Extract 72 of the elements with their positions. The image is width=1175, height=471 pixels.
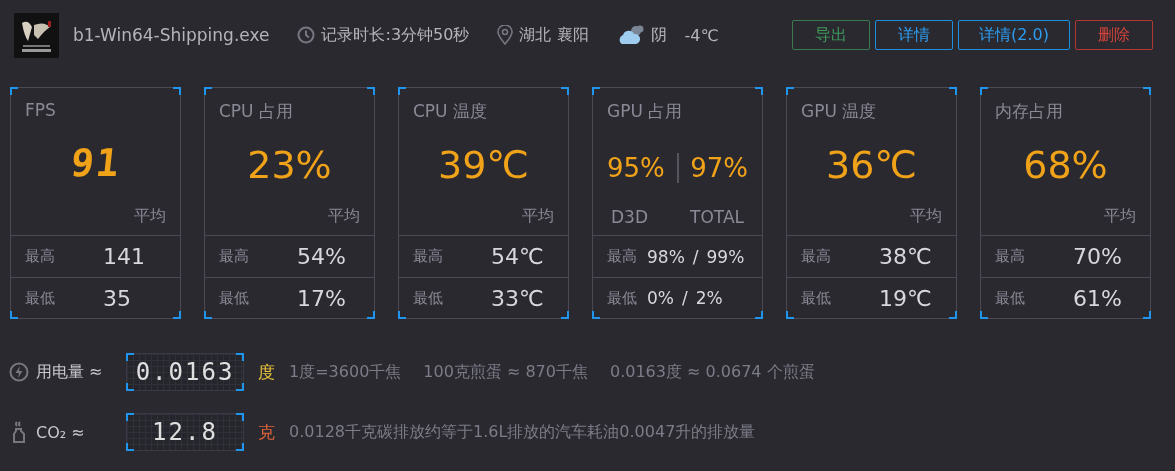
clock-icon: [297, 26, 316, 44]
row-value: 2%: [695, 288, 723, 309]
process-name: b1-Win64-Shipping.exe: [73, 25, 270, 45]
app-icon: [14, 12, 59, 58]
row-value: 35: [103, 285, 131, 311]
card-title: CPU 温度: [413, 100, 488, 123]
row-label: 最高: [801, 247, 832, 267]
average-label: 平均: [134, 206, 166, 228]
conversion-note: 0.0163度 ≈ 0.0674 个煎蛋: [609, 361, 815, 383]
export-button[interactable]: 导出: [792, 20, 871, 50]
row-label: 最高: [995, 247, 1026, 267]
row-label: 最低: [801, 288, 832, 308]
conversion-note: 100克煎蛋 ≈ 870千焦: [423, 361, 588, 383]
digital-readout: 12.8: [126, 413, 244, 451]
temperature: -4℃: [684, 25, 719, 45]
conversion-note: 1度=3600千焦: [289, 361, 402, 383]
unit-label: 度: [258, 360, 275, 384]
row-label: 最高: [219, 247, 250, 267]
detail-button[interactable]: 详情: [875, 20, 954, 50]
row-label: 最低: [413, 288, 444, 308]
lightning-icon: [9, 362, 29, 382]
row-value: 38℃: [879, 244, 932, 270]
record-duration: 记录时长:3分钟50秒: [321, 24, 470, 46]
metric-label: 用电量 ≈: [36, 361, 104, 383]
row-value: /: [682, 288, 688, 309]
row-value: 61%: [1073, 285, 1122, 311]
value-label: TOTAL: [690, 207, 744, 228]
average-value: 95%: [607, 153, 665, 183]
value-label: D3D: [611, 207, 648, 228]
delete-button[interactable]: 删除: [1075, 20, 1153, 50]
row-label: 最高: [413, 247, 444, 267]
average-value: 91: [68, 141, 123, 186]
digital-readout: 0.0163: [126, 353, 244, 391]
row-label: 最低: [25, 288, 56, 308]
row-value: 141: [103, 244, 145, 270]
row-label: 最低: [607, 288, 637, 308]
average-label: 平均: [328, 206, 360, 228]
card-title: 内存占用: [995, 100, 1064, 123]
row-label: 最低: [219, 288, 250, 308]
metric-label: CO₂ ≈: [36, 422, 86, 442]
average-label: 平均: [910, 206, 942, 228]
row-value: 33℃: [491, 285, 544, 311]
row-value: 54%: [297, 244, 346, 270]
row-value: 17%: [297, 285, 346, 311]
location: 湖北 襄阳: [519, 24, 589, 46]
detail-button[interactable]: 详情(2.0): [958, 20, 1070, 50]
card-title: GPU 占用: [607, 100, 684, 123]
row-value: 98%: [647, 246, 685, 267]
weather-condition: 阴: [650, 24, 667, 46]
conversion-note: 0.0128千克碳排放约等于1.6L排放的汽车耗油0.0047升的排放量: [289, 421, 756, 443]
location-pin-icon: [497, 25, 514, 45]
average-label: 平均: [522, 206, 554, 228]
average-value: 39℃: [438, 142, 529, 187]
row-value: 19℃: [879, 285, 932, 311]
row-label: 最高: [25, 247, 56, 267]
row-value: /: [692, 246, 699, 267]
average-value: 68%: [1023, 142, 1108, 187]
average-value: 23%: [247, 142, 332, 187]
chimney-icon: [11, 420, 27, 444]
row-value: 99%: [706, 246, 745, 267]
card-title: CPU 占用: [219, 100, 294, 123]
row-value: 70%: [1073, 244, 1122, 270]
average-label: 平均: [1104, 206, 1136, 228]
average-value: 36℃: [826, 142, 917, 187]
row-label: 最高: [607, 247, 637, 267]
average-value: 97%: [690, 153, 748, 183]
card-title: GPU 温度: [801, 100, 878, 123]
unit-label: 克: [258, 420, 275, 444]
row-value: 0%: [647, 288, 674, 309]
row-value: 54℃: [491, 244, 544, 270]
row-label: 最低: [995, 288, 1026, 308]
card-title: FPS: [25, 100, 57, 120]
